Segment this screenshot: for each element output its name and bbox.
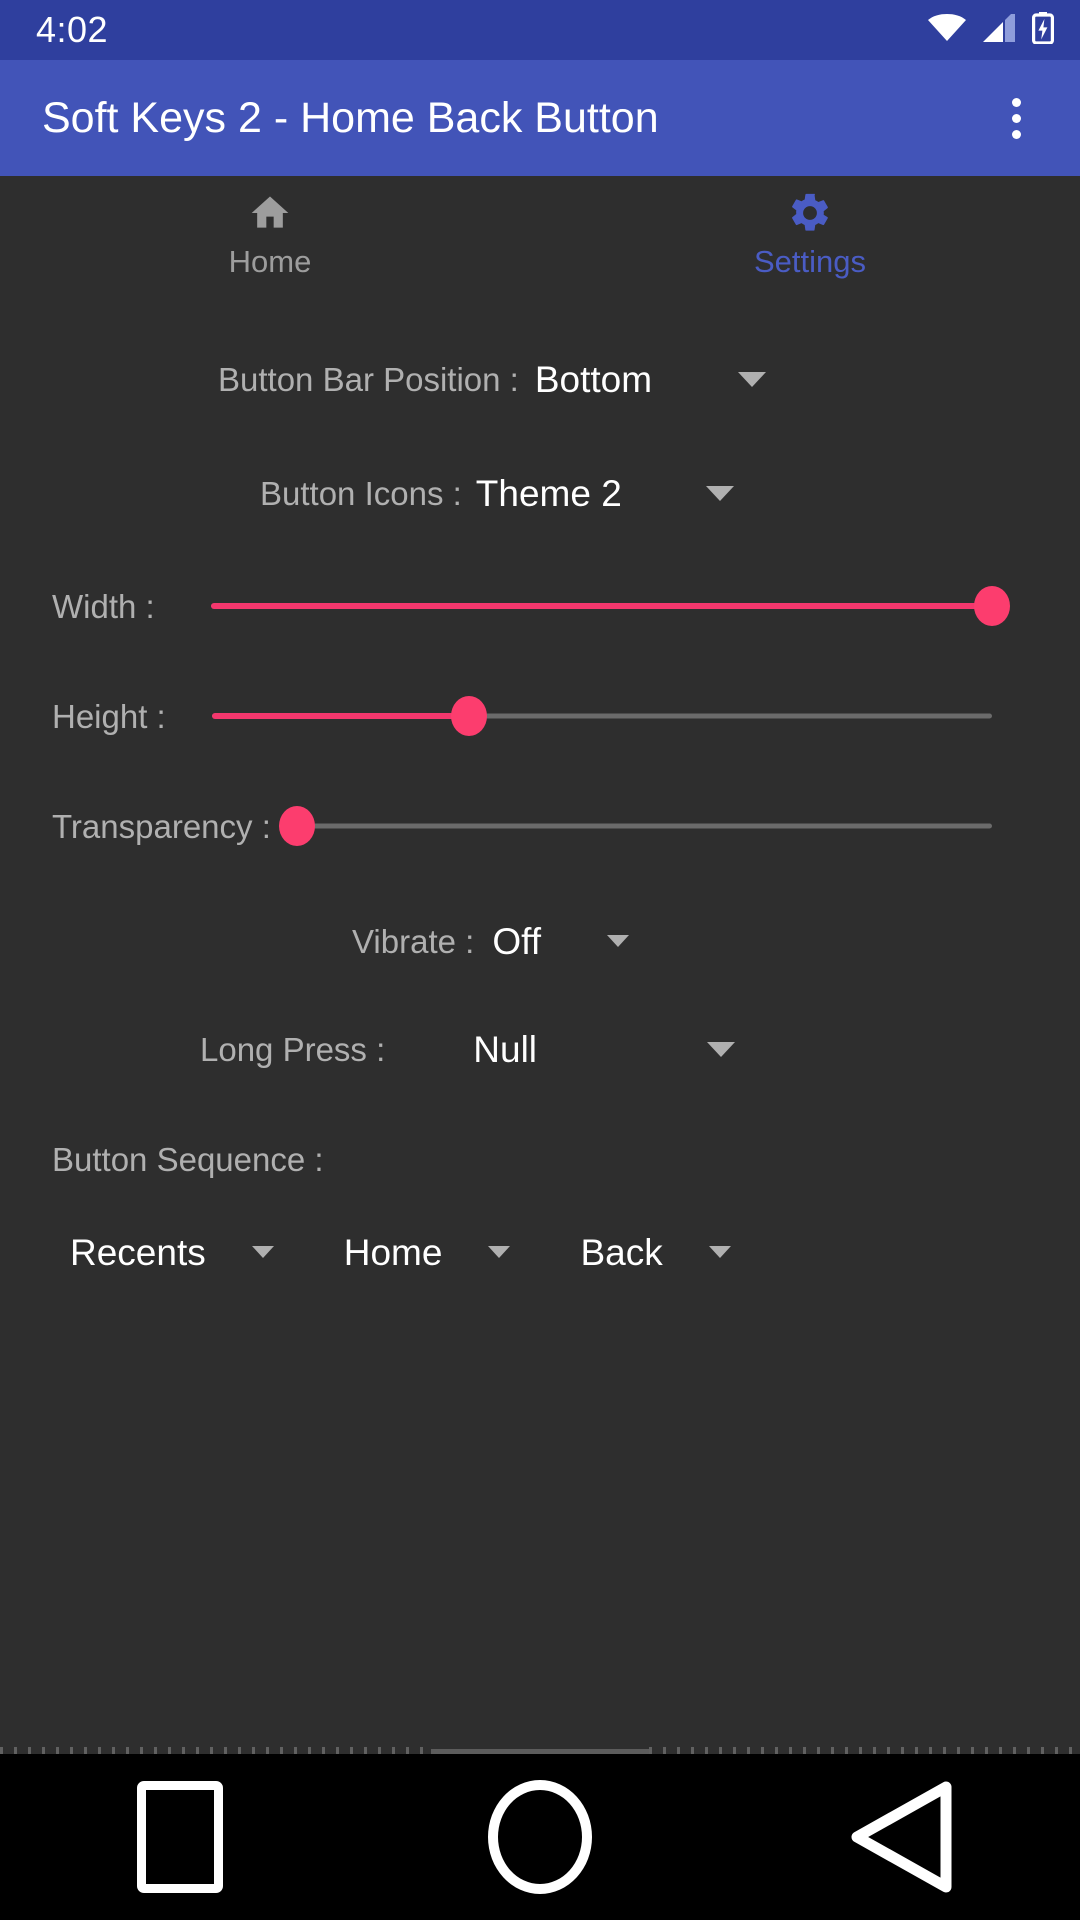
- tab-home[interactable]: Home: [0, 190, 540, 308]
- button-sequence-row: Recents Home Back: [0, 1204, 1080, 1300]
- app-title: Soft Keys 2 - Home Back Button: [42, 93, 659, 142]
- vibrate-value[interactable]: Off: [492, 923, 541, 960]
- overflow-dot: [1011, 113, 1021, 123]
- setting-row-transparency[interactable]: Transparency :: [0, 774, 1080, 878]
- preview-dots-right: [649, 1747, 1080, 1754]
- nav-home-button[interactable]: [360, 1754, 720, 1920]
- height-label: Height :: [52, 697, 166, 735]
- long-press-value[interactable]: Null: [473, 1031, 537, 1068]
- overflow-menu-icon[interactable]: [980, 82, 1052, 154]
- setting-row-button-bar-position[interactable]: Button Bar Position : Bottom: [0, 332, 1080, 426]
- height-slider[interactable]: [211, 664, 992, 768]
- triangle-left-icon: [847, 1779, 953, 1895]
- button-bar-preview: [0, 1744, 1080, 1754]
- button-icons-label: Button Icons :: [260, 474, 462, 512]
- cellular-signal-icon: [983, 9, 1015, 47]
- long-press-label: Long Press :: [200, 1030, 386, 1068]
- sequence-slot-1-value[interactable]: Recents: [70, 1234, 206, 1271]
- transparency-label: Transparency :: [52, 807, 271, 845]
- nav-recents-button[interactable]: [0, 1754, 360, 1920]
- vibrate-label: Vibrate :: [352, 922, 475, 960]
- sequence-slot-3-value[interactable]: Back: [580, 1234, 662, 1271]
- wifi-icon: [928, 13, 966, 47]
- chevron-down-icon[interactable]: [705, 485, 734, 501]
- button-icons-value[interactable]: Theme 2: [476, 475, 622, 512]
- width-slider-thumb[interactable]: [974, 586, 1010, 626]
- transparency-slider-track: [296, 823, 992, 829]
- status-bar: 4:02: [0, 0, 1080, 60]
- gear-icon: [787, 190, 833, 236]
- transparency-slider[interactable]: [278, 774, 992, 878]
- circle-icon: [488, 1780, 592, 1894]
- home-icon: [247, 190, 293, 236]
- tab-settings[interactable]: Settings: [540, 190, 1080, 308]
- sequence-slot-3[interactable]: Back: [580, 1234, 731, 1271]
- app-bar: Soft Keys 2 - Home Back Button: [0, 60, 1080, 176]
- chevron-down-icon[interactable]: [708, 1246, 731, 1258]
- height-slider-fill: [211, 713, 470, 719]
- tab-bar: Home Settings: [0, 176, 1080, 308]
- setting-row-button-icons[interactable]: Button Icons : Theme 2: [0, 446, 1080, 540]
- width-label: Width :: [52, 587, 155, 625]
- button-sequence-title-row: Button Sequence :: [0, 1118, 1080, 1200]
- chevron-down-icon[interactable]: [251, 1246, 274, 1258]
- chevron-down-icon[interactable]: [606, 935, 629, 947]
- system-navigation-bar: [0, 1754, 1080, 1920]
- chevron-down-icon[interactable]: [738, 371, 767, 387]
- overflow-dot: [1011, 97, 1021, 107]
- overflow-dot: [1011, 129, 1021, 139]
- chevron-down-icon[interactable]: [707, 1041, 736, 1057]
- transparency-slider-thumb[interactable]: [278, 806, 315, 846]
- width-slider-fill: [210, 603, 992, 609]
- setting-row-height[interactable]: Height :: [0, 664, 1080, 768]
- setting-row-vibrate[interactable]: Vibrate : Off: [0, 894, 1080, 988]
- nav-back-button[interactable]: [720, 1754, 1080, 1920]
- button-bar-position-value[interactable]: Bottom: [535, 361, 652, 398]
- setting-row-long-press[interactable]: Long Press : Null: [0, 1002, 1080, 1096]
- sequence-slot-2[interactable]: Home: [344, 1234, 511, 1271]
- sequence-slot-1[interactable]: Recents: [70, 1234, 274, 1271]
- tab-home-label: Home: [228, 244, 312, 279]
- battery-charging-icon: [1032, 11, 1054, 49]
- button-bar-position-label: Button Bar Position :: [218, 360, 519, 398]
- preview-dots-left: [0, 1747, 431, 1754]
- square-icon: [137, 1781, 223, 1893]
- sequence-slot-2-value[interactable]: Home: [344, 1234, 443, 1271]
- width-slider[interactable]: [210, 554, 1010, 658]
- tab-settings-label: Settings: [753, 244, 866, 279]
- status-bar-icons: [928, 9, 1054, 49]
- content-area: Home Settings Button Bar Position : Bott…: [0, 176, 1080, 1754]
- chevron-down-icon[interactable]: [488, 1246, 511, 1258]
- setting-row-width[interactable]: Width :: [0, 554, 1080, 658]
- height-slider-thumb[interactable]: [451, 696, 488, 736]
- status-bar-clock: 4:02: [36, 9, 109, 50]
- button-sequence-label: Button Sequence :: [52, 1140, 324, 1178]
